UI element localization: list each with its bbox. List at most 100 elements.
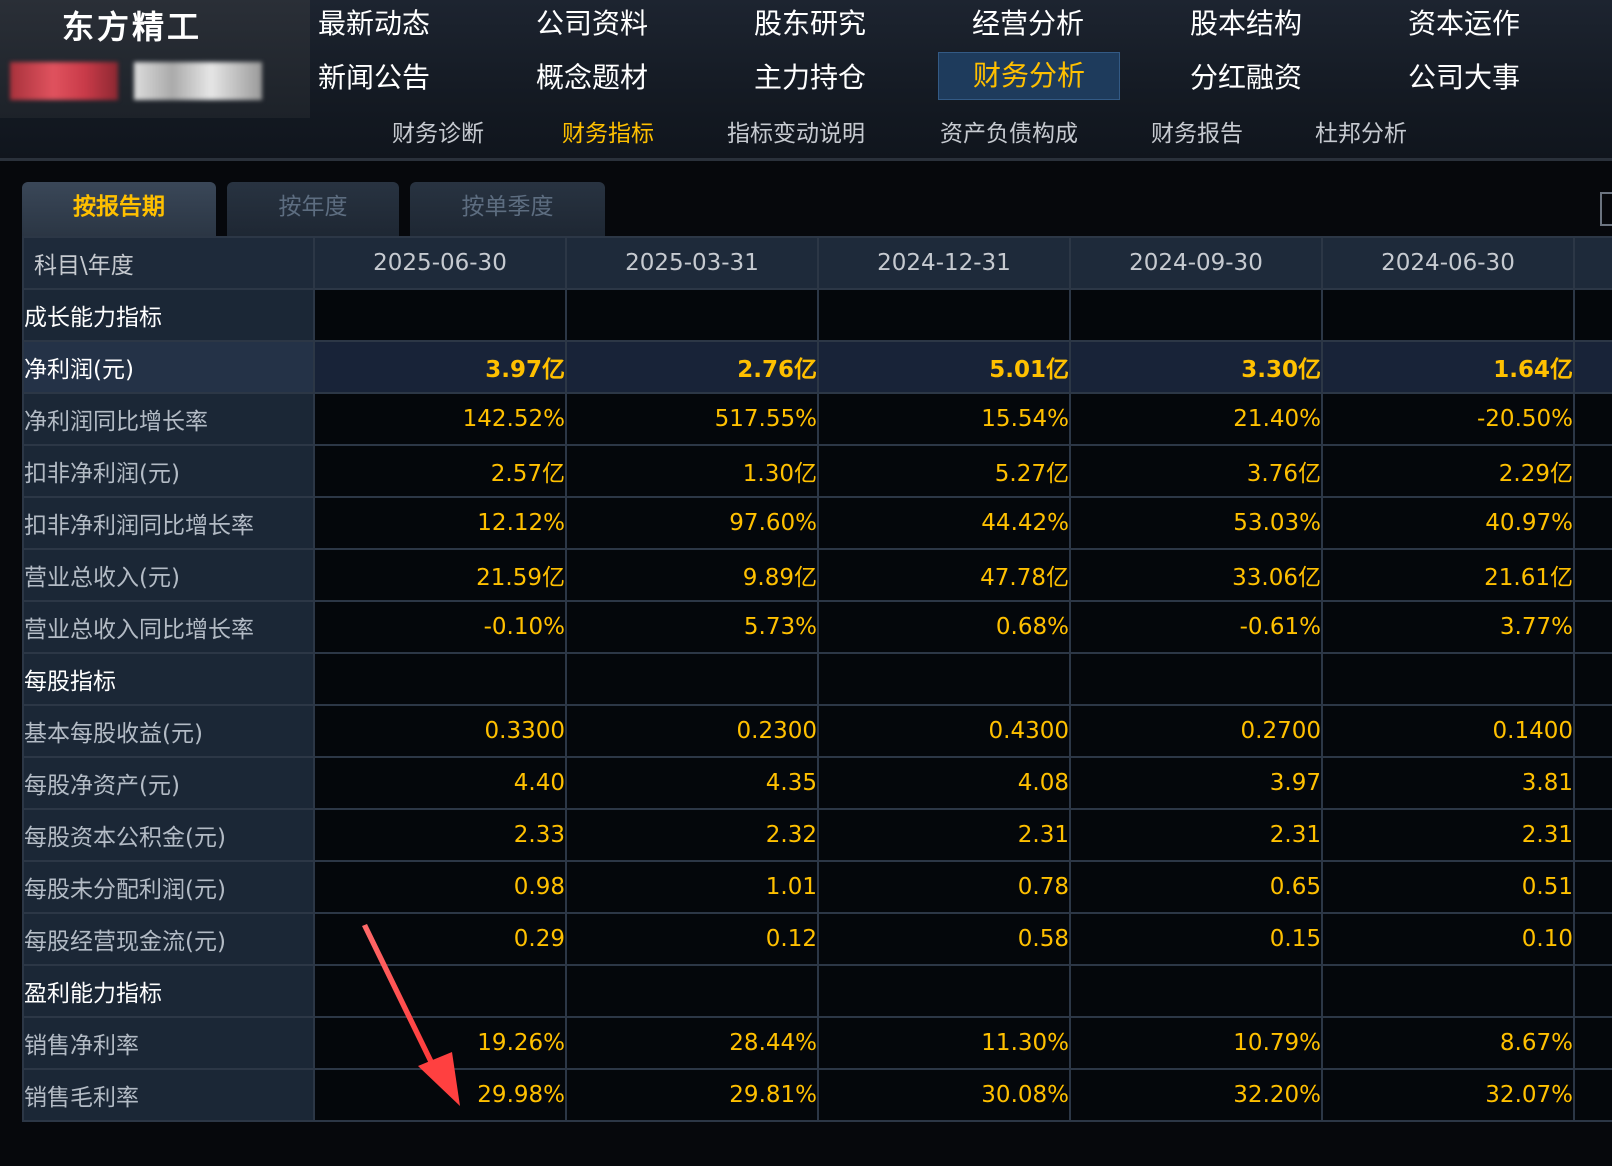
value-cell: 0.2700 [1069, 704, 1323, 758]
value-cell: 29.81% [565, 1068, 819, 1122]
row-label[interactable]: 扣非净利润(元) [22, 444, 315, 498]
row-label[interactable]: 销售净利率 [22, 1016, 315, 1070]
value-cell: 2.32 [565, 808, 819, 862]
nav-item-financial-analysis[interactable]: 财务分析 [938, 52, 1120, 100]
row-label[interactable]: 营业总收入同比增长率 [22, 600, 315, 654]
value-cell: -0.10% [313, 600, 567, 654]
table-row: 营业总收入同比增长率 -0.10% 5.73% 0.68% -0.61% 3.77% [22, 600, 1612, 654]
overflow-cell [1573, 964, 1612, 1018]
table-row: 扣非净利润(元) 2.57亿 1.30亿 5.27亿 3.76亿 2.29亿 [22, 444, 1612, 498]
nav-item-capital-operations[interactable]: 资本运作 [1374, 0, 1554, 48]
table-row: 基本每股收益(元) 0.3300 0.2300 0.4300 0.2700 0.1400 [22, 704, 1612, 758]
value-cell: 8.67% [1321, 1016, 1575, 1070]
collapse-toggle[interactable] [1600, 192, 1612, 226]
table-row: 每股未分配利润(元) 0.98 1.01 0.78 0.65 0.51 [22, 860, 1612, 914]
nav-item-operations-analysis[interactable]: 经营分析 [938, 0, 1118, 48]
value-cell [313, 964, 567, 1018]
overflow-cell [1573, 1068, 1612, 1122]
tab-by-quarter[interactable]: 按单季度 [410, 182, 605, 236]
subnav-financial-reports[interactable]: 财务报告 [1151, 112, 1243, 156]
column-header-item: 科目\年度 [22, 236, 315, 290]
overflow-cell [1573, 1016, 1612, 1070]
value-cell: 0.4300 [817, 704, 1071, 758]
table-row: 每股净资产(元) 4.40 4.35 4.08 3.97 3.81 [22, 756, 1612, 810]
value-cell: -20.50% [1321, 392, 1575, 446]
company-name: 东方精工 [62, 8, 203, 46]
value-cell: 0.78 [817, 860, 1071, 914]
value-cell: 28.44% [565, 1016, 819, 1070]
tab-by-report-period[interactable]: 按报告期 [22, 182, 216, 236]
nav-item-company-events[interactable]: 公司大事 [1374, 54, 1554, 102]
row-label[interactable]: 基本每股收益(元) [22, 704, 315, 758]
nav-item-concept-themes[interactable]: 概念题材 [502, 54, 682, 102]
row-label[interactable]: 每股净资产(元) [22, 756, 315, 810]
value-cell: 30.08% [817, 1068, 1071, 1122]
value-cell: 12.12% [313, 496, 567, 550]
value-cell [1069, 288, 1323, 342]
value-cell: 3.76亿 [1069, 444, 1323, 498]
value-cell: 3.77% [1321, 600, 1575, 654]
nav-item-company-info[interactable]: 公司资料 [502, 0, 682, 48]
nav-item-shareholder-research[interactable]: 股东研究 [720, 0, 900, 48]
overflow-cell [1573, 600, 1612, 654]
tab-by-year[interactable]: 按年度 [227, 182, 399, 236]
nav-item-main-holdings[interactable]: 主力持仓 [720, 54, 900, 102]
value-cell: 5.27亿 [817, 444, 1071, 498]
value-cell: 1.30亿 [565, 444, 819, 498]
column-header-period[interactable]: 2024-12-31 [817, 236, 1071, 290]
value-cell [565, 652, 819, 706]
row-label[interactable]: 每股未分配利润(元) [22, 860, 315, 914]
nav-item-dividends-financing[interactable]: 分红融资 [1156, 54, 1336, 102]
value-cell: 3.30亿 [1069, 340, 1323, 394]
value-cell [817, 288, 1071, 342]
subnav-financial-indicators[interactable]: 财务指标 [562, 112, 654, 156]
value-cell: 2.31 [1069, 808, 1323, 862]
value-cell: 4.35 [565, 756, 819, 810]
value-cell: 32.07% [1321, 1068, 1575, 1122]
overflow-cell [1573, 392, 1612, 446]
value-cell: 142.52% [313, 392, 567, 446]
value-cell [565, 964, 819, 1018]
row-label[interactable]: 营业总收入(元) [22, 548, 315, 602]
value-cell [565, 288, 819, 342]
value-cell: 5.73% [565, 600, 819, 654]
row-label[interactable]: 每股资本公积金(元) [22, 808, 315, 862]
row-label[interactable]: 销售毛利率 [22, 1068, 315, 1122]
column-header-period[interactable]: 2025-06-30 [313, 236, 567, 290]
value-cell: 21.40% [1069, 392, 1323, 446]
value-cell [817, 652, 1071, 706]
nav-item-latest-news[interactable]: 最新动态 [284, 0, 464, 48]
value-cell: 33.06亿 [1069, 548, 1323, 602]
table-row: 营业总收入(元) 21.59亿 9.89亿 47.78亿 33.06亿 21.61亿 [22, 548, 1612, 602]
value-cell: 0.65 [1069, 860, 1323, 914]
value-cell: 21.61亿 [1321, 548, 1575, 602]
column-header-period[interactable]: 2024-09-30 [1069, 236, 1323, 290]
row-label[interactable]: 每股经营现金流(元) [22, 912, 315, 966]
nav-item-share-structure[interactable]: 股本结构 [1156, 0, 1336, 48]
blurred-stock-code [10, 62, 118, 100]
overflow-cell [1573, 496, 1612, 550]
table-section-row: 盈利能力指标 [22, 964, 1612, 1018]
value-cell: 1.64亿 [1321, 340, 1575, 394]
subnav-financial-diagnosis[interactable]: 财务诊断 [392, 112, 484, 156]
row-label[interactable]: 净利润(元) [22, 340, 315, 394]
value-cell: 2.29亿 [1321, 444, 1575, 498]
row-label[interactable]: 净利润同比增长率 [22, 392, 315, 446]
row-label[interactable]: 扣非净利润同比增长率 [22, 496, 315, 550]
value-cell: 517.55% [565, 392, 819, 446]
value-cell: 0.1400 [1321, 704, 1575, 758]
value-cell: 4.40 [313, 756, 567, 810]
overflow-cell [1573, 912, 1612, 966]
value-cell: 3.81 [1321, 756, 1575, 810]
value-cell: 40.97% [1321, 496, 1575, 550]
value-cell: 10.79% [1069, 1016, 1323, 1070]
column-header-period[interactable]: 2024-06-30 [1321, 236, 1575, 290]
subnav-balance-composition[interactable]: 资产负债构成 [940, 112, 1078, 156]
subnav-indicator-changes[interactable]: 指标变动说明 [727, 112, 865, 156]
financial-indicators-table: 科目\年度 2025-06-30 2025-03-31 2024-12-31 2… [22, 236, 1612, 1122]
column-header-period[interactable]: 2025-03-31 [565, 236, 819, 290]
value-cell [1069, 964, 1323, 1018]
overflow-cell [1573, 288, 1612, 342]
nav-item-news-announcements[interactable]: 新闻公告 [284, 54, 464, 102]
subnav-dupont-analysis[interactable]: 杜邦分析 [1315, 112, 1407, 156]
